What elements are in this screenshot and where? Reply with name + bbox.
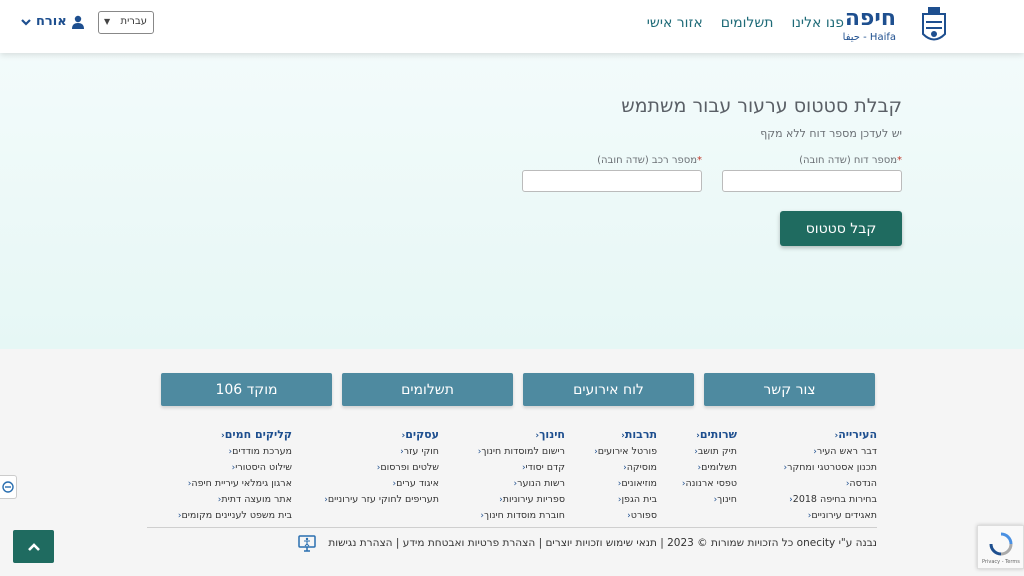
footer-link[interactable]: ספורט‹ <box>590 508 657 524</box>
footer-link[interactable]: ארגון גימלאי עיריית חיפה‹ <box>174 476 292 492</box>
vehicle-number-label: *מספר רכב (שדה חובה) <box>597 155 702 166</box>
nav-personal-area[interactable]: אזור אישי <box>647 15 703 31</box>
footer-column-services: שרותים‹ תיק תושב‹ תשלומים‹ טפסי ארנונה‹ … <box>678 427 737 508</box>
report-number-input[interactable] <box>722 170 902 192</box>
footer-link[interactable]: מערכת מודדים‹ <box>174 444 293 460</box>
footer-column-heading[interactable]: חינוך‹ <box>474 427 565 444</box>
required-mark: * <box>897 155 902 166</box>
footer-link[interactable]: תשלומים‹ <box>678 460 737 476</box>
footer-link[interactable]: מוסיקה‹ <box>590 460 657 476</box>
user-menu[interactable]: אורח <box>20 14 85 29</box>
footer-link[interactable]: רישום למוסדות חינוך‹ <box>474 444 565 460</box>
footer-link[interactable]: בית הגפן‹ <box>590 492 657 508</box>
user-icon <box>71 15 84 29</box>
footer-column-heading[interactable]: עסקים‹ <box>320 427 439 444</box>
footer-link[interactable]: מוזיאונים‹ <box>590 476 657 492</box>
language-select[interactable]: ▼ עברית <box>98 11 154 34</box>
recaptcha-icon <box>989 532 1013 556</box>
logo-text-hebrew: חיפה <box>844 6 896 31</box>
events-calendar-button[interactable]: לוח אירועים <box>523 373 694 406</box>
payments-button[interactable]: תשלומים <box>342 373 513 406</box>
report-number-label-text: מספר דוח (שדה חובה) <box>799 155 897 166</box>
footer-link[interactable]: תעריפים לחוקי עזר עירוניים‹ <box>320 492 439 508</box>
footer-link[interactable]: דבר ראש העיר‹ <box>780 444 877 460</box>
accessibility-icon[interactable] <box>298 535 316 552</box>
form-instruction: יש לעדכן מספר דוח ללא מקף <box>760 127 902 140</box>
footer-link[interactable]: חוברת מוסדות חינוך‹ <box>474 508 565 524</box>
footer-link[interactable]: ספריות עירוניות‹ <box>474 492 565 508</box>
report-number-label: *מספר דוח (שדה חובה) <box>799 155 902 166</box>
nav-payments[interactable]: תשלומים <box>721 15 774 31</box>
chevron-down-icon <box>21 18 31 26</box>
chevron-down-icon: ▼ <box>104 17 111 26</box>
footer-link[interactable]: הנדסה‹ <box>780 476 877 492</box>
scroll-to-top-button[interactable] <box>13 530 54 563</box>
footer-link[interactable]: קדם יסודי‹ <box>474 460 565 476</box>
hotline-106-button[interactable]: מוקד 106 <box>161 373 332 406</box>
chevron-up-icon <box>27 542 40 551</box>
footer-link[interactable]: שילוט היסטורי‹ <box>174 460 292 476</box>
footer-column-heading[interactable]: העירייה‹ <box>780 427 878 444</box>
footer-divider <box>147 527 877 528</box>
page-title: קבלת סטטוס ערעור עבור משתמש <box>621 95 902 117</box>
recaptcha-links: Privacy - Terms <box>982 559 1020 565</box>
footer-link[interactable]: תכנון אסטרטגי ומחקר‹ <box>780 460 877 476</box>
language-value: עברית <box>120 16 148 27</box>
footer-link[interactable]: אתר מועצה דתית‹ <box>174 492 292 508</box>
recaptcha-badge[interactable]: Privacy - Terms <box>977 525 1024 569</box>
footer-column-municipality: העירייה‹ דבר ראש העיר‹ תכנון אסטרטגי ומח… <box>780 427 877 524</box>
footer-link[interactable]: חינוך‹ <box>678 492 737 508</box>
footer-column-heading[interactable]: שרותים‹ <box>678 427 737 444</box>
contact-us-button[interactable]: צור קשר <box>704 373 875 406</box>
user-name: אורח <box>36 14 67 29</box>
footer-column-education: חינוך‹ רישום למוסדות חינוך‹ קדם יסודי‹ ר… <box>474 427 565 524</box>
required-mark: * <box>697 155 702 166</box>
logo-text-english: Haifa - حيفا <box>842 32 896 43</box>
footer: צור קשר לוח אירועים תשלומים מוקד 106 העי… <box>0 349 1024 576</box>
haifa-logo[interactable]: חיפה Haifa - حيفا <box>843 4 948 48</box>
footer-link[interactable]: תאגידים עירוניים‹ <box>780 508 877 524</box>
copyright-text: נבנה ע"י onecity כל הזכויות שמורות © 202… <box>328 537 877 549</box>
vehicle-number-label-text: מספר רכב (שדה חובה) <box>597 155 697 166</box>
accessibility-tab[interactable] <box>0 475 17 499</box>
nav-contact-us[interactable]: פנו אלינו <box>792 15 844 31</box>
vehicle-number-input[interactable] <box>522 170 702 192</box>
footer-link[interactable]: בית משפט לעניינים מקומים‹ <box>174 508 292 524</box>
footer-column-culture: תרבות‹ פורטל אירועים‹ מוסיקה‹ מוזיאונים‹… <box>590 427 657 524</box>
footer-column-hot-links: קליקים חמים‹ מערכת מודדים‹ שילוט היסטורי… <box>174 427 292 524</box>
footer-link[interactable]: טפסי ארנונה‹ <box>678 476 737 492</box>
city-emblem-icon <box>922 7 946 41</box>
footer-link[interactable]: חוקי עזר‹ <box>320 444 439 460</box>
footer-link[interactable]: שלטים ופרסום‹ <box>320 460 439 476</box>
footer-link[interactable]: פורטל אירועים‹ <box>590 444 657 460</box>
footer-column-heading[interactable]: קליקים חמים‹ <box>174 427 292 444</box>
header: חיפה Haifa - حيفا אזור אישי תשלומים פנו … <box>0 0 1024 53</box>
footer-link[interactable]: בחירות בחיפה 2018‹ <box>780 492 877 508</box>
form-section: קבלת סטטוס ערעור עבור משתמש יש לעדכן מספ… <box>0 53 1024 349</box>
footer-column-business: עסקים‹ חוקי עזר‹ שלטים ופרסום‹ איגוד ערי… <box>320 427 439 508</box>
footer-column-heading[interactable]: תרבות‹ <box>590 427 657 444</box>
get-status-button[interactable]: קבל סטטוס <box>780 211 902 246</box>
accessibility-icon <box>2 481 14 493</box>
footer-link[interactable]: איגוד ערים‹ <box>320 476 439 492</box>
footer-link[interactable]: רשות הנוער‹ <box>474 476 565 492</box>
footer-link[interactable]: תיק תושב‹ <box>678 444 737 460</box>
main-nav: אזור אישי תשלומים פנו אלינו <box>647 15 844 31</box>
